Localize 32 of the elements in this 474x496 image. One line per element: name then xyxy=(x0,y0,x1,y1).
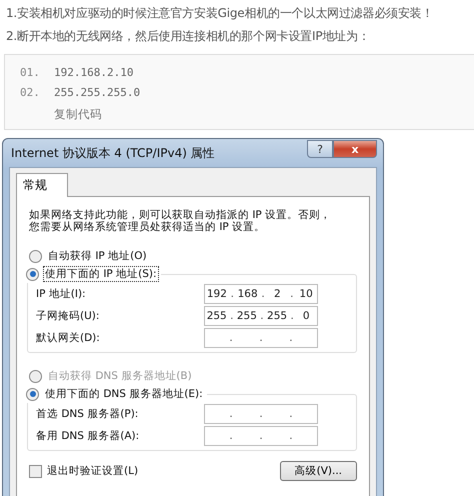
field-label: 默认网关(D): xyxy=(36,331,100,345)
field-label: IP 地址(I): xyxy=(36,287,86,301)
line-number: 01. xyxy=(20,65,41,81)
checkbox-label[interactable]: 退出时验证设置(L) xyxy=(47,464,138,478)
description-text: 如果网络支持此功能，则可以获取自动指派的 IP 设置。否则， xyxy=(29,209,332,221)
radio-button[interactable] xyxy=(29,250,42,262)
ip-address-field[interactable]: . . . xyxy=(204,328,318,348)
close-button[interactable]: x xyxy=(333,140,377,158)
help-button[interactable]: ? xyxy=(307,140,333,158)
field-label: 首选 DNS 服务器(P): xyxy=(36,407,138,421)
line-number: 02. xyxy=(20,85,41,101)
ip-address-field[interactable]: . . . xyxy=(204,404,318,424)
ip-address-field[interactable]: 255 . 255 . 255 . 0 xyxy=(204,306,318,326)
article-paragraph: 1.安装相机对应驱动的时候注意官方安装Gige相机的一个以太网过滤器必须安装！ xyxy=(6,5,434,22)
radio-label[interactable]: 自动获得 IP 地址(O) xyxy=(46,248,149,264)
copy-code-link[interactable]: 复制代码 xyxy=(54,105,102,123)
tab[interactable]: 常规 xyxy=(16,173,68,197)
field-label: 备用 DNS 服务器(A): xyxy=(36,429,140,443)
ip-address-field[interactable]: . . . xyxy=(204,426,318,446)
checkbox[interactable] xyxy=(29,464,42,478)
ip-address-field[interactable]: 192 . 168 . 2 . 10 xyxy=(204,284,318,304)
code-line: 255.255.255.0 xyxy=(54,85,140,101)
field-label: 子网掩码(U): xyxy=(36,309,100,323)
advanced-button[interactable]: 高级(V)... xyxy=(280,461,357,481)
window-title: Internet 协议版本 4 (TCP/IPv4) 属性 xyxy=(11,144,215,162)
radio-button[interactable] xyxy=(26,268,39,280)
radio-label[interactable]: 使用下面的 DNS 服务器地址(E): xyxy=(43,386,205,402)
radio-button[interactable] xyxy=(26,388,39,400)
article-paragraph: 2.断开本地的无线网络，然后使用连接相机的那个网卡设置IP地址为： xyxy=(6,28,371,45)
code-line: 192.168.2.10 xyxy=(54,65,134,81)
description-text: 您需要从网络系统管理员处获得适当的 IP 设置。 xyxy=(29,221,266,233)
radio-label[interactable]: 使用下面的 IP 地址(S): xyxy=(43,266,158,282)
